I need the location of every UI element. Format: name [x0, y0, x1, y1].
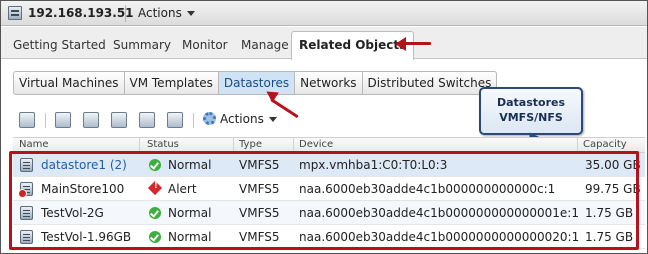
status-text: Normal	[168, 206, 212, 220]
column-divider[interactable]	[577, 138, 578, 153]
column-header-capacity[interactable]: Capacity	[583, 139, 627, 150]
status-text: Alert	[168, 182, 197, 196]
datastore-settings-icon[interactable]	[111, 112, 127, 128]
table-row[interactable]: TestVol-2G Normal VMFS5 naa.6000eb30adde…	[13, 201, 645, 225]
device-text: naa.6000eb30adde4c1b000000000000c:1	[299, 182, 556, 196]
status-text: Normal	[168, 158, 212, 172]
column-header-device[interactable]: Device	[299, 139, 333, 150]
annotation-arrow-subtab	[263, 86, 303, 119]
datastore-name-link[interactable]: datastore1 (2)	[41, 158, 127, 172]
header-actions-menu[interactable]: Actions	[138, 6, 195, 20]
device-text: mpx.vmhba1:C0:T0:L0:3	[299, 158, 448, 172]
column-divider[interactable]	[233, 138, 234, 153]
type-text: VMFS5	[239, 158, 280, 172]
related-objects-subtabs: Virtual Machines VM Templates Datastores…	[13, 71, 498, 95]
toolbar-divider	[193, 113, 194, 128]
capacity-text: 1.75 GB	[585, 206, 634, 220]
datastore-icon	[20, 158, 33, 172]
object-header: 192.168.193.51 Actions	[1, 1, 647, 26]
table-row[interactable]: TestVol-1.96GB Normal VMFS5 naa.6000eb30…	[13, 225, 645, 249]
tab-summary[interactable]: Summary	[113, 38, 171, 52]
datastore-name[interactable]: MainStore100	[41, 182, 124, 196]
toolbar-actions-menu[interactable]: Actions	[203, 112, 277, 126]
callout-subtitle: VMFS/NFS	[499, 111, 563, 124]
chevron-down-icon	[186, 11, 195, 16]
tab-getting-started[interactable]: Getting Started	[13, 38, 106, 52]
datastore-copy-icon[interactable]	[139, 112, 155, 128]
subtab-virtual-machines[interactable]: Virtual Machines	[14, 72, 125, 94]
table-row[interactable]: datastore1 (2) Normal VMFS5 mpx.vmhba1:C…	[13, 153, 645, 177]
type-text: VMFS5	[239, 182, 280, 196]
datastore-icon	[20, 230, 33, 244]
status-alert-icon	[147, 180, 163, 196]
annotation-arrow-tab	[395, 37, 431, 51]
tab-monitor[interactable]: Monitor	[182, 38, 228, 52]
column-header-name[interactable]: Name	[19, 139, 49, 150]
column-header-type[interactable]: Type	[239, 139, 262, 150]
table-row[interactable]: MainStore100 Alert VMFS5 naa.6000eb30add…	[13, 177, 645, 201]
device-text: naa.6000eb30adde4c1b0000000000000020:1	[299, 230, 580, 244]
upload-icon[interactable]	[167, 112, 183, 128]
datastore-name[interactable]: TestVol-1.96GB	[41, 230, 131, 244]
callout-title: Datastores	[496, 96, 566, 109]
device-text: naa.6000eb30adde4c1b000000000000001e:1	[299, 206, 579, 220]
gear-icon	[203, 112, 216, 125]
primary-tab-bar: Getting Started Summary Monitor Manage R…	[1, 27, 647, 60]
toolbar-divider	[45, 113, 46, 128]
column-header-status[interactable]: Status	[147, 139, 179, 150]
cluster-icon[interactable]	[55, 112, 71, 128]
datastore-alert-icon	[18, 182, 33, 198]
subtab-networks[interactable]: Networks	[295, 72, 363, 94]
status-ok-icon	[149, 207, 161, 219]
chevron-down-icon	[268, 117, 277, 122]
datastore-icon	[20, 206, 33, 220]
tab-manage[interactable]: Manage	[241, 38, 289, 52]
subtab-vm-templates[interactable]: VM Templates	[125, 72, 219, 94]
capacity-text: 99.75 GB	[585, 182, 641, 196]
datastores-table: Name Status Type Device Capacity datasto…	[13, 137, 645, 249]
subtab-distributed-switches[interactable]: Distributed Switches	[363, 72, 497, 94]
capacity-text: 1.75 GB	[585, 230, 634, 244]
header-actions-label: Actions	[138, 6, 182, 20]
datastore-add-icon[interactable]	[19, 112, 35, 128]
toolbar-actions-label: Actions	[220, 112, 264, 126]
status-text: Normal	[168, 230, 212, 244]
table-header: Name Status Type Device Capacity	[13, 137, 645, 153]
host-icon	[8, 6, 22, 20]
host-title: 192.168.193.51	[28, 6, 134, 20]
datastore-name[interactable]: TestVol-2G	[41, 206, 104, 220]
column-divider[interactable]	[293, 138, 294, 153]
column-divider[interactable]	[139, 138, 140, 153]
datastores-callout: Datastores VMFS/NFS	[479, 87, 583, 135]
type-text: VMFS5	[239, 230, 280, 244]
type-text: VMFS5	[239, 206, 280, 220]
status-ok-icon	[149, 231, 161, 243]
status-ok-icon	[149, 159, 161, 171]
search-datastore-icon[interactable]	[83, 112, 99, 128]
capacity-text: 35.00 GB	[585, 158, 641, 172]
header-divider	[125, 5, 126, 22]
